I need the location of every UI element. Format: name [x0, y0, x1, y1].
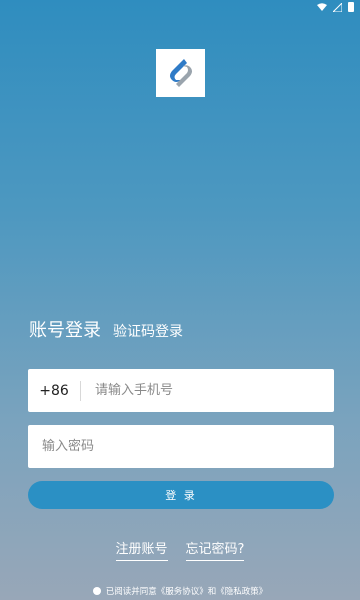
password-field[interactable]	[28, 425, 334, 468]
app-logo-icon	[169, 59, 192, 87]
agreement-radio[interactable]	[92, 587, 101, 595]
app-logo	[156, 49, 205, 97]
forgot-password-link[interactable]: 忘记密码?	[185, 538, 245, 561]
status-bar	[0, 0, 360, 14]
phone-input[interactable]	[95, 369, 334, 412]
tab-code-login[interactable]: 验证码登录	[113, 321, 183, 341]
register-link[interactable]: 注册账号	[115, 538, 168, 561]
links-row: 注册账号 忘记密码?	[0, 538, 360, 561]
divider	[80, 380, 81, 401]
password-input[interactable]	[42, 425, 334, 468]
country-code[interactable]: +86	[28, 383, 80, 399]
login-button[interactable]: 登 录	[28, 481, 334, 509]
agreement-row: 已阅读并同意《服务协议》和《隐私政策》	[0, 585, 360, 597]
login-tabs: 账号登录 验证码登录	[29, 316, 183, 342]
wifi-icon	[317, 3, 327, 11]
tab-account-login[interactable]: 账号登录	[29, 316, 101, 342]
battery-icon	[348, 2, 354, 12]
phone-field[interactable]: +86	[28, 369, 334, 412]
signal-icon	[333, 2, 342, 12]
agreement-text[interactable]: 已阅读并同意《服务协议》和《隐私政策》	[106, 585, 268, 597]
